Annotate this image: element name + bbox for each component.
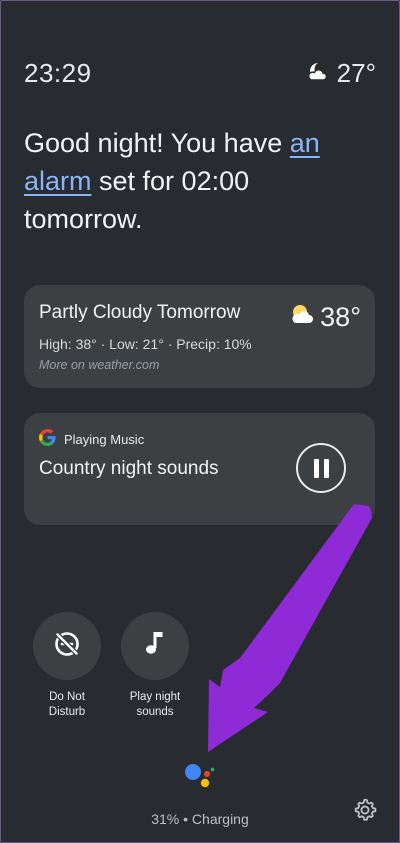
music-app-header: Playing Music: [39, 429, 144, 449]
weather-source-link[interactable]: More on weather.com: [39, 358, 159, 372]
pause-button[interactable]: [296, 443, 346, 493]
pause-icon: [323, 458, 329, 478]
greeting-message: Good night! You have an alarm set for 02…: [24, 124, 374, 238]
do-not-disturb-label-line2: Disturb: [48, 706, 86, 718]
google-assistant-icon: [185, 764, 215, 788]
do-not-disturb-button[interactable]: [33, 612, 101, 680]
forecast-temperature: 38°: [320, 302, 361, 332]
greeting-text-start: Good night! You have: [24, 128, 290, 158]
sun-cloud-icon: [290, 302, 316, 333]
status-bar: 23:29 27°: [24, 58, 376, 92]
settings-button[interactable]: [352, 797, 378, 823]
google-assistant-button[interactable]: [184, 762, 224, 792]
weather-card[interactable]: Partly Cloudy Tomorrow High: 38° · Low: …: [24, 285, 375, 388]
current-temperature: 27°: [336, 58, 376, 88]
clock-time: 23:29: [24, 58, 92, 88]
play-night-sounds-label: Play night sounds: [110, 690, 200, 720]
music-card[interactable]: Playing Music Country night sounds: [24, 413, 375, 525]
music-app-label: Playing Music: [64, 431, 145, 447]
play-night-sounds-label-line1: Play night: [129, 691, 181, 703]
do-not-disturb-action[interactable]: Do Not Disturb: [22, 612, 112, 720]
play-night-sounds-action[interactable]: Play night sounds: [110, 612, 200, 720]
do-not-disturb-off-icon: [53, 630, 81, 663]
moon-cloud-icon: [305, 58, 331, 89]
play-night-sounds-button[interactable]: [121, 612, 189, 680]
weather-forecast-title: Partly Cloudy Tomorrow: [39, 302, 241, 323]
google-g-icon: [39, 429, 56, 449]
current-weather[interactable]: 27°: [305, 58, 376, 89]
track-title: Country night sounds: [39, 458, 219, 479]
weather-forecast-details: High: 38° · Low: 21° · Precip: 10%: [39, 336, 252, 352]
do-not-disturb-label: Do Not Disturb: [22, 690, 112, 720]
play-night-sounds-label-line2: sounds: [136, 706, 174, 718]
battery-status: 31% • Charging: [151, 811, 249, 827]
do-not-disturb-label-line1: Do Not: [49, 691, 85, 703]
music-note-icon: [143, 630, 167, 663]
forecast-temperature-group: 38°: [290, 302, 361, 333]
pause-icon: [313, 458, 319, 478]
gear-icon: [354, 798, 377, 821]
